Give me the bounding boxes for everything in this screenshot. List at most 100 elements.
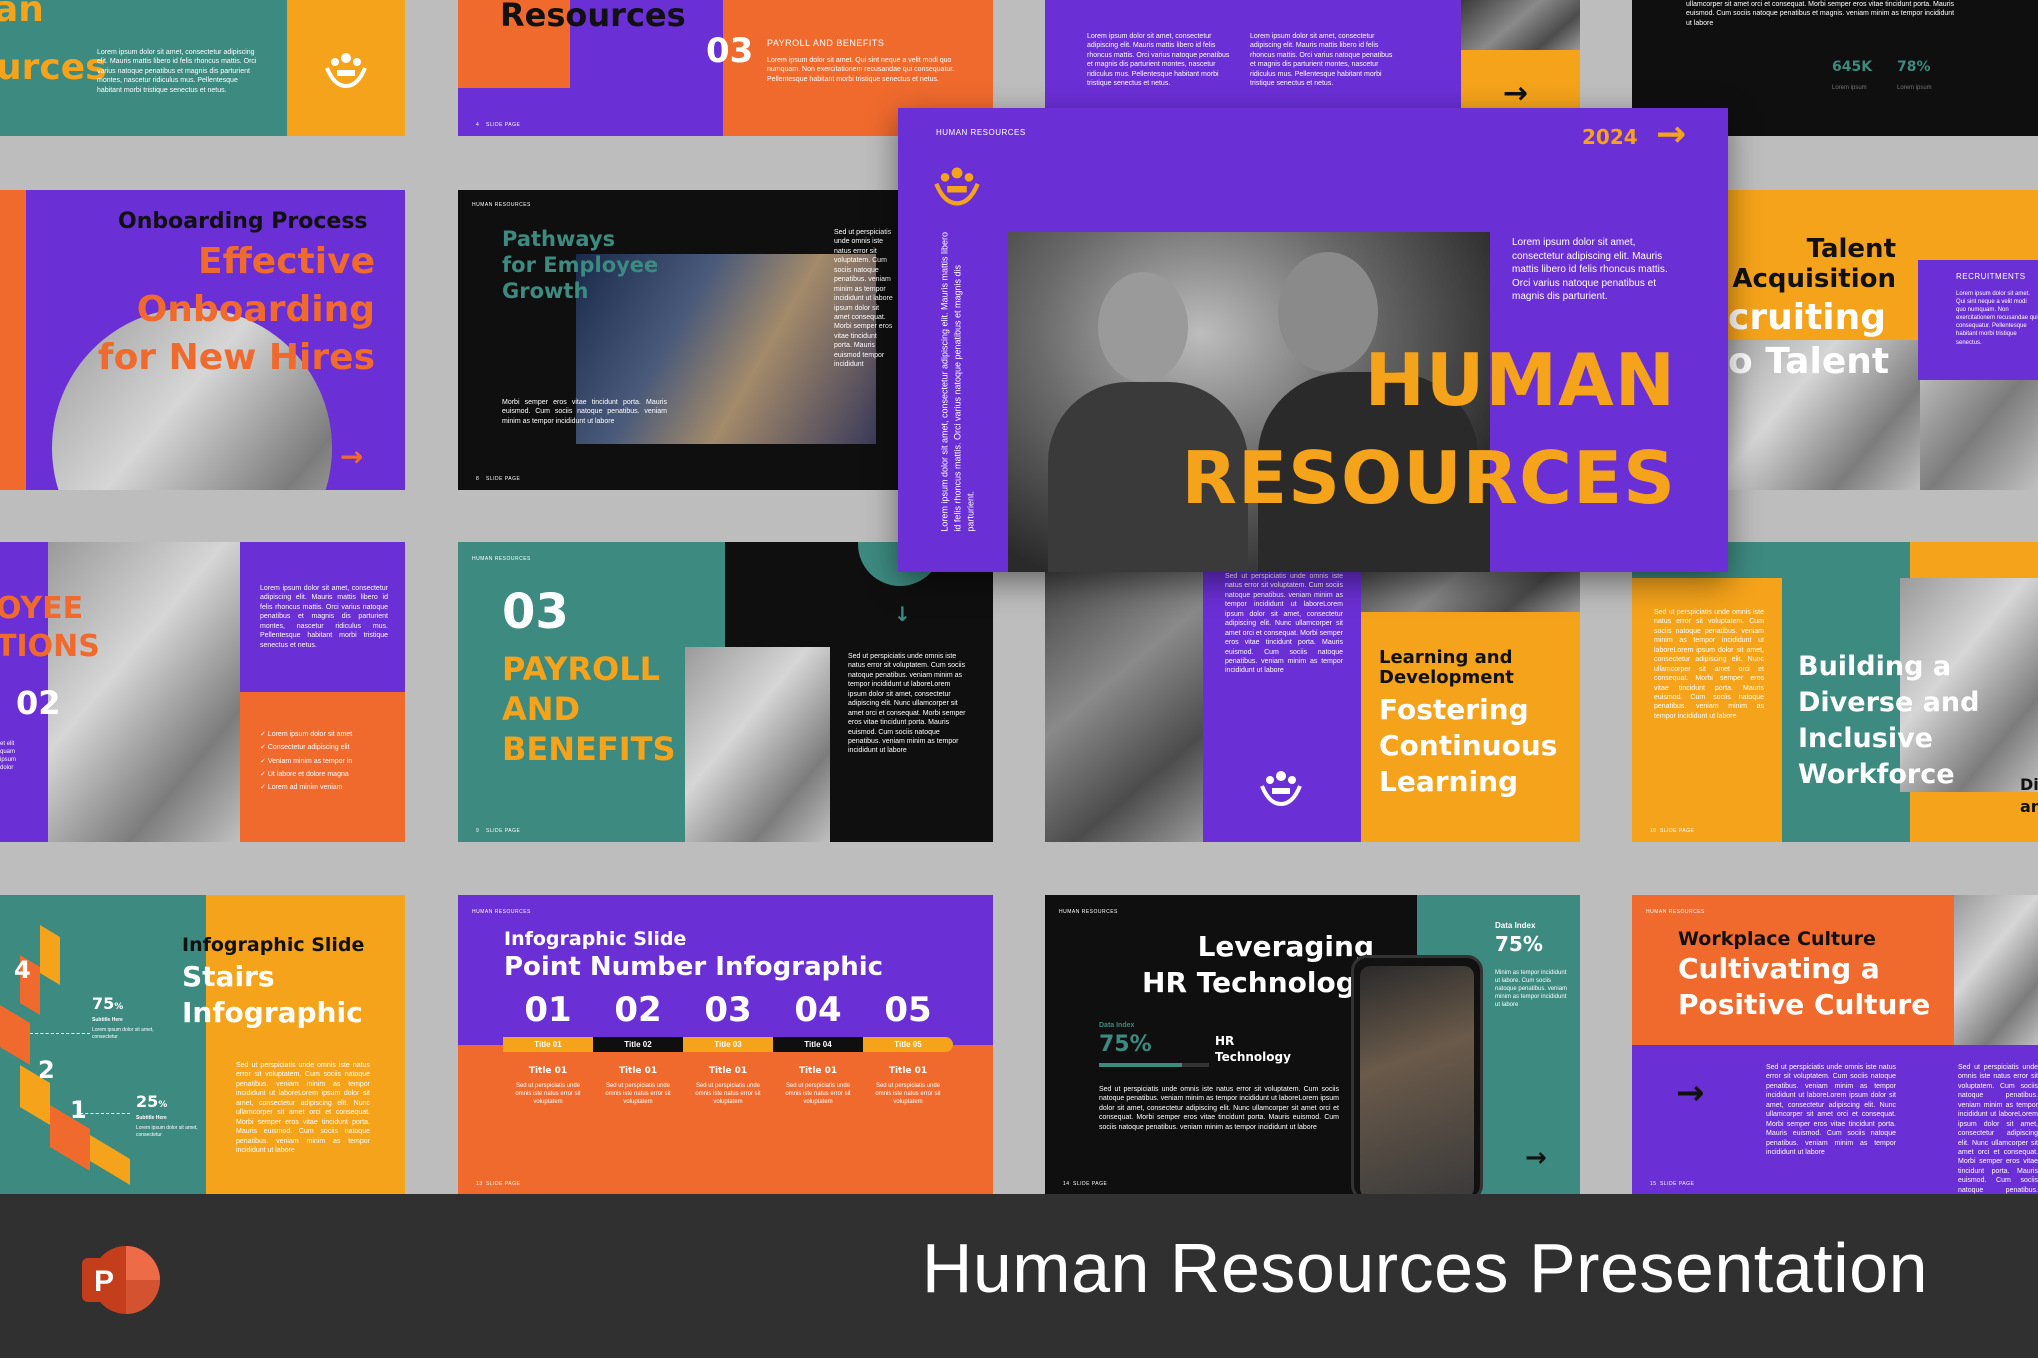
slide-thumbnail-r4c4[interactable]: HUMAN RESOURCES Workplace Culture Cultiv… xyxy=(1632,895,2038,1195)
point-body: Sed ut perspiciatis unde omnis iste natu… xyxy=(515,1083,581,1106)
slide-title-line1: Stairs xyxy=(182,960,275,993)
brand-label: HUMAN RESOURCES xyxy=(1059,909,1118,915)
point-title: Title 01 xyxy=(888,1066,928,1077)
dashed-leader xyxy=(80,1113,130,1114)
slide-thumbnail-r2c2[interactable]: HUMAN RESOURCES Pathways for Employee Gr… xyxy=(458,190,898,490)
arrow-right-icon[interactable]: → xyxy=(1656,114,1686,155)
slide-subtitle: Learning and Development xyxy=(1379,647,1514,689)
brand-label: HUMAN RESOURCES xyxy=(936,128,1026,137)
page-number: 9 xyxy=(476,828,480,834)
point-body: Sed ut perspiciatis unde omnis iste natu… xyxy=(605,1083,671,1106)
phone-mockup xyxy=(1351,955,1483,1195)
side-text: Sed ut perspiciatis unde omnis iste natu… xyxy=(834,229,893,369)
slide-title-line2: HR Technology xyxy=(1142,966,1374,999)
slide-title-line1: Pathways xyxy=(502,227,616,251)
slide-thumbnail-r4c2[interactable]: HUMAN RESOURCES Infographic Slide Point … xyxy=(458,895,993,1195)
person-silhouette xyxy=(1278,252,1378,372)
stat-value: 75% xyxy=(92,994,124,1013)
slide-page-label: SLIDE PAGE xyxy=(486,122,521,128)
slide-title: Point Number Infographic xyxy=(504,952,884,982)
brand-label: HUMAN RESOURCES xyxy=(472,909,531,915)
point-number: 02 xyxy=(614,990,662,1030)
slide-title-line1: Leveraging xyxy=(1197,930,1374,963)
slide-body: Lorem ipsum dolor sit amet. Qui sint neq… xyxy=(767,57,955,83)
slide-thumbnail-r3c1[interactable]: OYEE TIONS 02 et elit quam ipsum dolor L… xyxy=(0,542,405,842)
slide-page-label: SLIDE PAGE xyxy=(486,476,521,482)
data-index-value: 75% xyxy=(1099,1032,1152,1057)
hands-people-icon xyxy=(1258,768,1304,808)
slide-thumbnail-r4c3[interactable]: HUMAN RESOURCES Leveraging HR Technology… xyxy=(1045,895,1580,1195)
point-title: Title 01 xyxy=(708,1066,748,1077)
step-number: 2 xyxy=(38,1056,55,1084)
slide-page-label: SLIDE PAGE xyxy=(1660,828,1695,834)
slide-thumbnail-r1c1[interactable]: an urces Lorem ipsum dolor sit amet, con… xyxy=(0,0,405,136)
point-title: Title 01 xyxy=(618,1066,658,1077)
point-number: 05 xyxy=(884,990,932,1030)
step-number: 1 xyxy=(70,1096,87,1124)
slide-body: Sed ut perspiciatis unde omnis iste natu… xyxy=(1654,609,1764,720)
slide-title-line4: Workforce xyxy=(1798,759,1955,790)
slide-title-line3: Inclusive xyxy=(1798,723,1933,754)
slide-body: Lorem ipsum dolor sit amet. Qui sint neq… xyxy=(1956,291,2038,346)
point-number: 03 xyxy=(704,990,752,1030)
data-index-label: Data Index xyxy=(1099,1022,1135,1029)
slide-thumbnail-r3c4[interactable]: Sed ut perspiciatis unde omnis iste natu… xyxy=(1632,542,2038,842)
slide-body: Lorem ipsum dolor sit amet, consectetur … xyxy=(97,49,257,94)
point-column: 03 Title 03 Title 01 Sed ut perspiciatis… xyxy=(683,991,773,1106)
slide-title-line1: Talent xyxy=(1806,234,1896,264)
slide-thumbnail-r3c2[interactable]: HUMAN RESOURCES 03 PAYROLL AND BENEFITS … xyxy=(458,542,993,842)
arrow-right-icon: → xyxy=(1676,1073,1705,1113)
slide-thumbnail-r3c3[interactable]: Sed ut perspiciatis unde omnis iste natu… xyxy=(1045,542,1580,842)
office-photo xyxy=(1045,542,1203,842)
point-body: Sed ut perspiciatis unde omnis iste natu… xyxy=(785,1083,851,1106)
slide-title-line2: Onboarding xyxy=(136,289,375,330)
slide-title-line2: Acquisition xyxy=(1732,264,1896,294)
page-number: 10 xyxy=(1650,828,1657,834)
slide-body: Morbi semper eros vitae tincidunt porta.… xyxy=(502,399,667,425)
stat-value-1: 645K xyxy=(1832,59,1873,75)
slide-thumbnail-r2c1[interactable]: Onboarding Process Effective Onboarding … xyxy=(0,190,405,490)
step-number: 4 xyxy=(14,956,31,984)
slide-thumbnail-r2c4[interactable]: Talent Acquisition cruiting o Talent REC… xyxy=(1700,190,2038,490)
slide-title-line3: Growth xyxy=(502,279,589,303)
edge-text-b: an xyxy=(2020,797,2038,816)
brand-label: HUMAN RESOURCES xyxy=(472,556,531,562)
section-number: 03 xyxy=(502,584,569,640)
point-bar-label: Title 03 xyxy=(683,1037,773,1053)
point-title: Title 01 xyxy=(528,1066,568,1077)
point-column: 01 Title 01 Title 01 Sed ut perspiciatis… xyxy=(503,991,593,1106)
slide-title-a: an xyxy=(0,0,44,30)
slide-body: Sed ut perspiciatis unde omnis iste natu… xyxy=(1099,1086,1339,1131)
page-number: 15 xyxy=(1650,1181,1657,1187)
slide-title-line1: Cultivating a xyxy=(1678,952,1880,985)
dashed-leader xyxy=(30,1033,90,1034)
page-number: 13 xyxy=(476,1181,483,1187)
bullet-item: ✓ Lorem ipsum dolor sit amet xyxy=(260,731,353,738)
featured-cover-slide[interactable]: HUMAN RESOURCES 2024 → Lorem ipsum dolor… xyxy=(898,108,1728,572)
slide-title-line1: Fostering xyxy=(1379,693,1529,726)
hands-people-icon xyxy=(323,50,369,90)
stat-label-2: Lorem ipsum xyxy=(1897,85,1932,91)
bullet-item: ✓ Veniam minim as tempor in xyxy=(260,757,353,765)
footer-title: Human Resources Presentation xyxy=(921,1229,1928,1307)
slide-body: Sed ut perspiciatis unde omnis iste natu… xyxy=(236,1062,370,1154)
page-number: 14 xyxy=(1063,1181,1070,1187)
point-bar-label: Title 05 xyxy=(863,1037,953,1053)
point-bar-label: Title 02 xyxy=(593,1037,683,1053)
point-column: 02 Title 02 Title 01 Sed ut perspiciatis… xyxy=(593,991,683,1106)
powerpoint-letter: P xyxy=(94,1265,114,1298)
point-body: Sed ut perspiciatis unde omnis iste natu… xyxy=(695,1083,761,1106)
slide-title-line3: Learning xyxy=(1379,765,1519,798)
slide-title-line2: Diverse and xyxy=(1798,687,1980,718)
slide-title-line2: Positive Culture xyxy=(1678,988,1931,1021)
slide-thumbnail-r4c1[interactable]: 4 2 1 75% Subtitle Here Lorem ipsum dolo… xyxy=(0,895,405,1195)
slide-title-line2: Infographic xyxy=(182,996,363,1029)
stat-value-2: 78% xyxy=(1897,59,1931,75)
bullet-item: ✓ Ut labore et dolore magna xyxy=(260,770,349,778)
cover-title-line1: HUMAN xyxy=(1364,338,1676,422)
stat-value: 25% xyxy=(136,1092,168,1111)
slide-page-label: SLIDE PAGE xyxy=(486,1181,521,1187)
point-number: 04 xyxy=(794,990,842,1030)
stat-label: Subtitle Here xyxy=(92,1017,123,1023)
orange-panel: ✓ Lorem ipsum dolor sit amet ✓ Consectet… xyxy=(240,692,405,842)
